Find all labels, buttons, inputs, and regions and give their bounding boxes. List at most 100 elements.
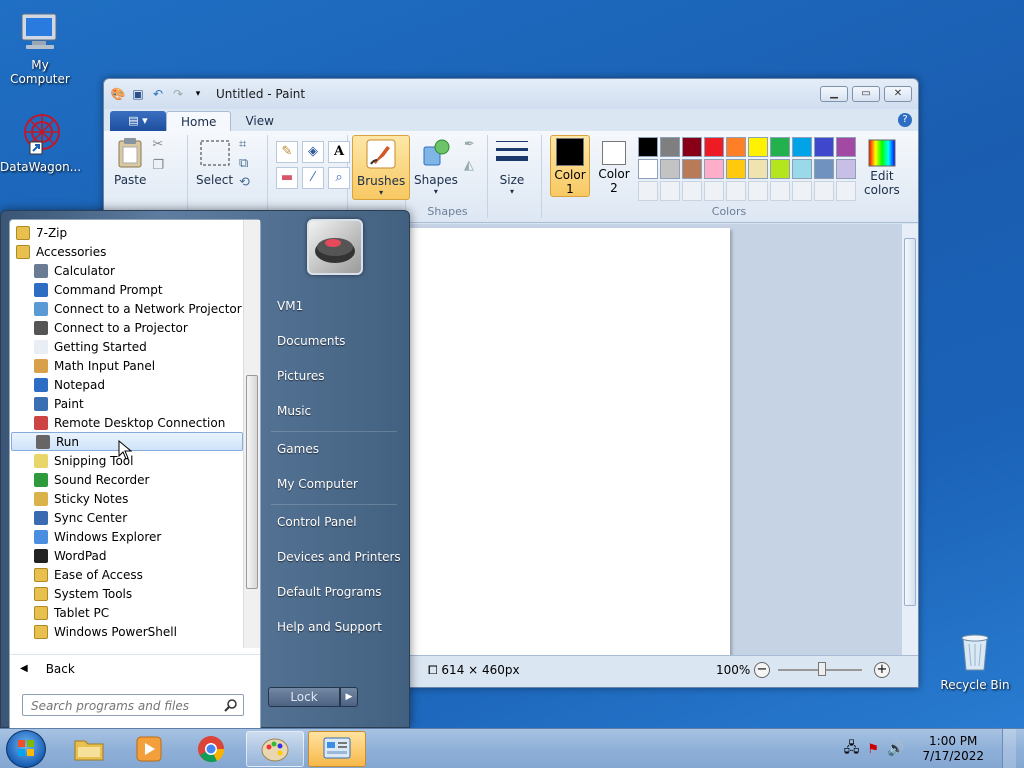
palette-color[interactable]	[770, 137, 790, 157]
brushes-button[interactable]: Brushes ▾	[352, 135, 411, 200]
customize-qat-icon[interactable]: ▾	[190, 86, 206, 102]
program-item[interactable]: Paint	[10, 394, 244, 413]
shape-fill-icon[interactable]: ◭	[464, 158, 475, 173]
lock-button[interactable]: Lock	[268, 687, 340, 707]
pencil-icon[interactable]: ✎	[276, 141, 298, 163]
palette-color[interactable]	[814, 137, 834, 157]
programs-scrollbar[interactable]	[243, 220, 260, 648]
desktop-icon-datawagon[interactable]: DataWagon...	[0, 112, 81, 174]
palette-color[interactable]	[682, 159, 702, 179]
programs-scroll-thumb[interactable]	[246, 375, 258, 589]
palette-color[interactable]	[770, 159, 790, 179]
maximize-button[interactable]: ▭	[852, 86, 880, 102]
program-item[interactable]: Ease of Access	[10, 565, 244, 584]
taskbar-explorer[interactable]	[60, 731, 118, 767]
program-item[interactable]: Connect to a Network Projector	[10, 299, 244, 318]
desktop-icon-my-computer[interactable]: My Computer	[0, 10, 80, 86]
program-item[interactable]: Sound Recorder	[10, 470, 244, 489]
start-item-control-panel[interactable]: Control Panel	[267, 505, 403, 540]
program-item[interactable]: Getting Started	[10, 337, 244, 356]
network-icon[interactable]: 🖧	[844, 737, 860, 761]
palette-color[interactable]	[704, 137, 724, 157]
palette-color[interactable]	[748, 159, 768, 179]
start-item-music[interactable]: Music	[267, 394, 403, 429]
program-item[interactable]: Windows Explorer	[10, 527, 244, 546]
color-picker-icon[interactable]: ⁄	[302, 167, 324, 189]
magnifier-icon[interactable]: ⌕	[328, 167, 350, 189]
taskbar-chrome[interactable]	[182, 731, 240, 767]
tab-view[interactable]: View	[231, 111, 287, 131]
vertical-scrollbar[interactable]	[901, 224, 918, 657]
paste-button[interactable]: Paste	[114, 135, 146, 187]
program-item[interactable]: Accessories	[10, 242, 244, 261]
taskbar-paint[interactable]	[246, 731, 304, 767]
cut-icon[interactable]: ✂	[152, 137, 164, 152]
start-item-games[interactable]: Games	[267, 432, 403, 467]
redo-icon[interactable]: ↷	[170, 86, 186, 102]
text-icon[interactable]: A	[328, 141, 350, 163]
action-center-flag-icon[interactable]: ⚑	[867, 742, 879, 757]
search-icon[interactable]	[224, 698, 238, 712]
help-icon[interactable]: ?	[898, 113, 912, 127]
zoom-out-button[interactable]: −	[754, 662, 770, 678]
palette-color[interactable]	[682, 137, 702, 157]
start-button[interactable]	[6, 730, 46, 768]
crop-icon[interactable]: ⌗	[239, 137, 250, 152]
program-item[interactable]: WordPad	[10, 546, 244, 565]
palette-color[interactable]	[726, 159, 746, 179]
start-item-help[interactable]: Help and Support	[267, 610, 403, 645]
program-item[interactable]: Remote Desktop Connection	[10, 413, 244, 432]
program-item[interactable]: 7-Zip	[10, 223, 244, 242]
search-input[interactable]	[22, 694, 244, 716]
color1-button[interactable]: Color 1	[550, 135, 590, 197]
start-item-devices[interactable]: Devices and Printers	[267, 540, 403, 575]
size-button[interactable]: Size ▾	[496, 135, 528, 196]
close-button[interactable]: ✕	[884, 86, 912, 102]
zoom-slider-thumb[interactable]	[818, 662, 826, 676]
user-picture[interactable]	[307, 219, 363, 275]
zoom-in-button[interactable]: +	[874, 662, 890, 678]
program-item[interactable]: Connect to a Projector	[10, 318, 244, 337]
back-button[interactable]: ◀ Back	[10, 654, 260, 682]
tab-home[interactable]: Home	[166, 111, 232, 131]
palette-color[interactable]	[660, 159, 680, 179]
palette-color[interactable]	[748, 137, 768, 157]
minimize-button[interactable]: ▁	[820, 86, 848, 102]
color2-button[interactable]: Color 2	[594, 135, 634, 197]
shapes-button[interactable]: Shapes ▾	[414, 135, 458, 196]
program-item[interactable]: Tablet PC	[10, 603, 244, 622]
program-item[interactable]: Windows PowerShell	[10, 622, 244, 641]
program-item[interactable]: Command Prompt	[10, 280, 244, 299]
start-item-computer[interactable]: My Computer	[267, 467, 403, 502]
palette-color[interactable]	[638, 159, 658, 179]
edit-colors-button[interactable]: Edit colors	[864, 135, 900, 197]
start-item-documents[interactable]: Documents	[267, 324, 403, 359]
palette-color[interactable]	[638, 137, 658, 157]
palette-color[interactable]	[660, 137, 680, 157]
resize-icon[interactable]: ⧉	[239, 156, 250, 171]
program-item[interactable]: Calculator	[10, 261, 244, 280]
outline-icon[interactable]: ✒	[464, 137, 475, 152]
taskbar-media-player[interactable]	[120, 731, 178, 767]
show-desktop-button[interactable]	[1002, 729, 1016, 768]
fill-icon[interactable]: ◈	[302, 141, 324, 163]
rotate-icon[interactable]: ⟲	[239, 175, 250, 190]
eraser-icon[interactable]: ▬	[276, 167, 298, 189]
save-icon[interactable]: ▣	[130, 86, 146, 102]
palette-color[interactable]	[792, 137, 812, 157]
desktop-icon-recycle-bin[interactable]: Recycle Bin	[935, 630, 1015, 692]
start-item-defaults[interactable]: Default Programs	[267, 575, 403, 610]
undo-icon[interactable]: ↶	[150, 86, 166, 102]
program-item[interactable]: Notepad	[10, 375, 244, 394]
drawing-canvas[interactable]	[410, 228, 730, 656]
volume-icon[interactable]: 🔊	[887, 741, 904, 757]
paint-app-icon[interactable]: 🎨	[110, 86, 126, 102]
start-item-user[interactable]: VM1	[267, 289, 403, 324]
palette-color[interactable]	[814, 159, 834, 179]
paint-menu-button[interactable]: ▤ ▾	[110, 111, 166, 131]
program-item[interactable]: Sticky Notes	[10, 489, 244, 508]
select-button[interactable]: Select	[196, 135, 233, 187]
palette-color[interactable]	[792, 159, 812, 179]
program-item[interactable]: Sync Center	[10, 508, 244, 527]
shutdown-options-button[interactable]: ▶	[340, 687, 358, 707]
